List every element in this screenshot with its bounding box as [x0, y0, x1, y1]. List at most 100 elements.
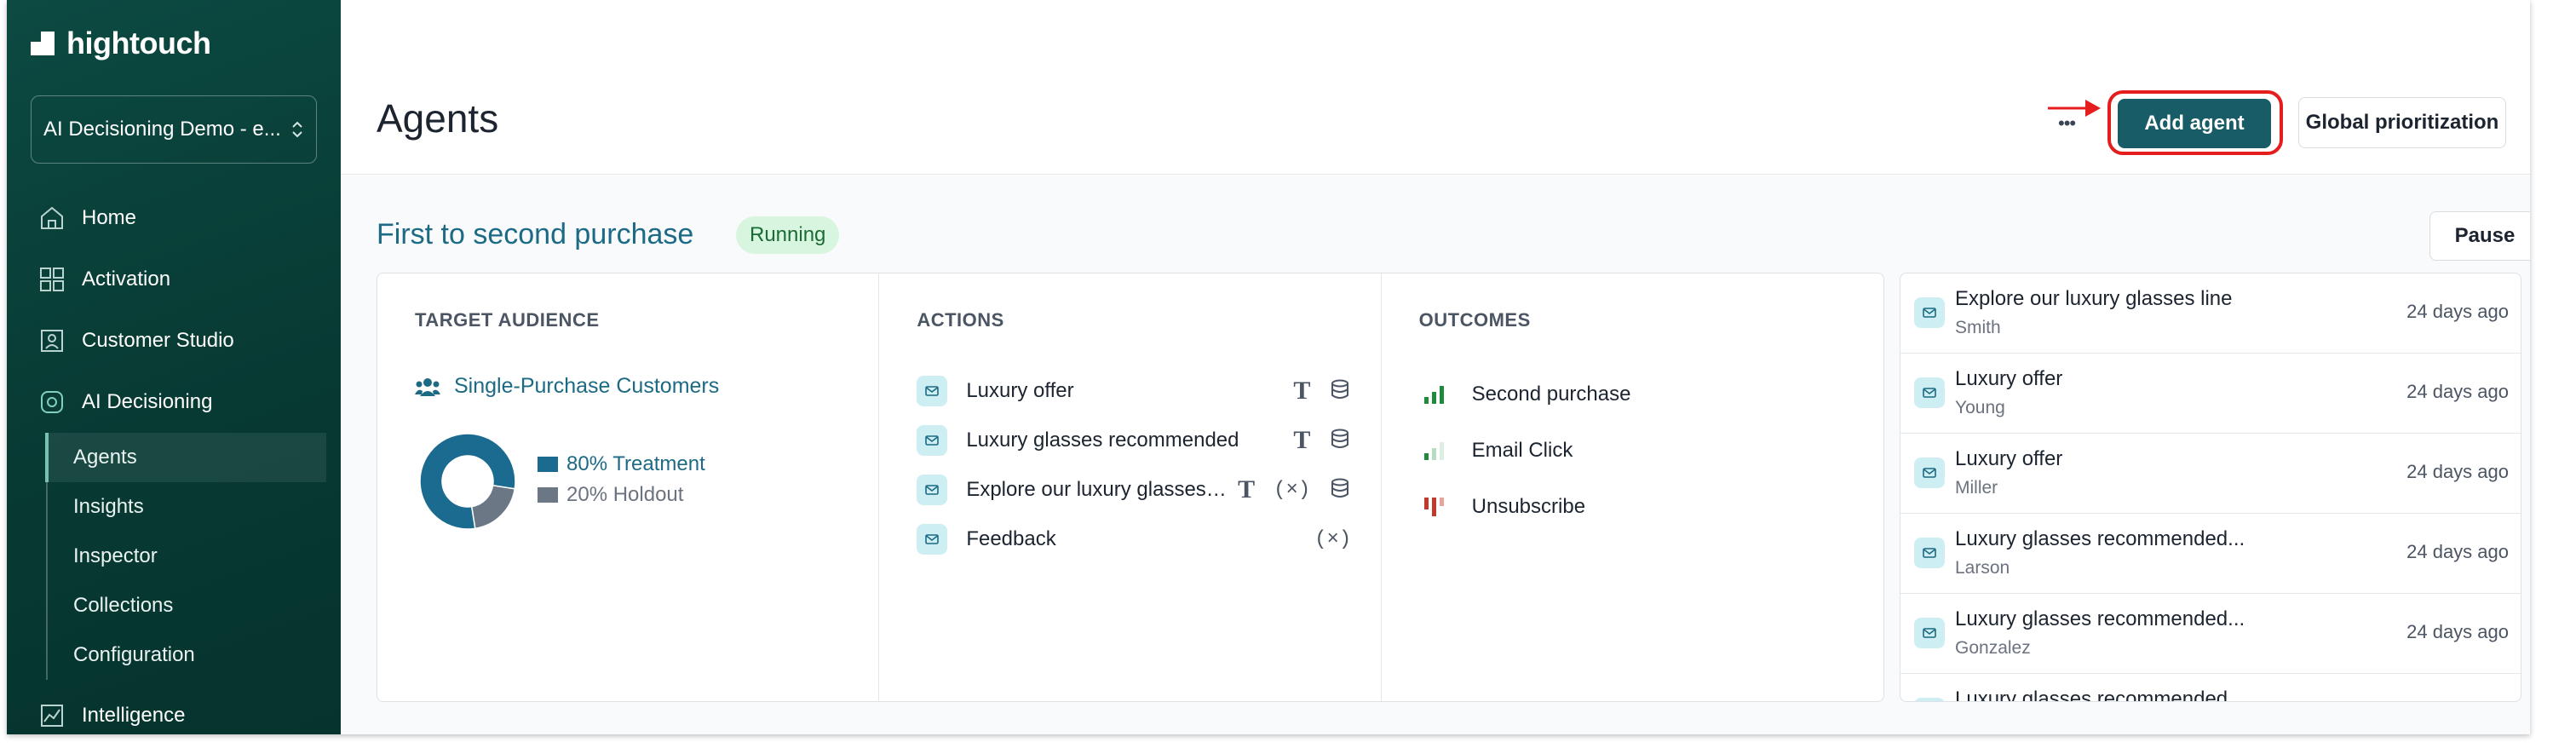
column-heading: TARGET AUDIENCE: [415, 309, 600, 331]
audience-split-donut: [419, 433, 516, 530]
workspace-label: AI Decisioning Demo - e...: [43, 118, 281, 141]
feed-row[interactable]: Luxury offer Young 24 days ago: [1900, 354, 2521, 434]
subnav-item-collections[interactable]: Collections: [48, 581, 337, 630]
action-row[interactable]: Luxury glasses recommended T: [917, 423, 1351, 457]
workspace-selector[interactable]: AI Decisioning Demo - e...: [31, 95, 317, 164]
feed-time: 24 days ago: [2406, 621, 2509, 642]
email-icon: [1914, 457, 1945, 488]
nav-item-label: Activation: [82, 268, 171, 291]
database-icon: [1329, 428, 1351, 454]
hightouch-logo-icon: [31, 32, 55, 55]
feed-title: Explore our luxury glasses line: [1955, 287, 2233, 310]
feed-time: 24 days ago: [2406, 541, 2509, 562]
status-badge: Running: [736, 216, 840, 254]
variable-icon: (×): [1314, 527, 1352, 551]
nav-item-customer-studio[interactable]: Customer Studio: [31, 310, 337, 371]
signal-negative-icon: [1423, 498, 1444, 516]
activation-icon: [40, 268, 64, 291]
feed-user: Gonzalez: [1955, 638, 2031, 658]
email-icon: [1914, 698, 1945, 701]
text-icon: T: [1293, 377, 1311, 405]
database-icon: [1329, 477, 1351, 503]
nav-item-label: AI Decisioning: [82, 390, 213, 413]
feed-title: Luxury offer: [1955, 367, 2063, 390]
feed-row[interactable]: Luxury glasses recommended...: [1900, 674, 2521, 701]
feed-title: Luxury glasses recommended...: [1955, 607, 2245, 630]
subnav-item-configuration[interactable]: Configuration: [48, 630, 337, 680]
action-label: Luxury glasses recommended: [966, 429, 1239, 452]
sidebar: hightouch AI Decisioning Demo - e... Hom…: [7, 0, 341, 734]
nav-item-label: Home: [82, 206, 137, 229]
subnav-item-agents[interactable]: Agents: [45, 433, 326, 482]
target-audience-column: TARGET AUDIENCE Single-Purchase Customer…: [377, 273, 880, 701]
users-icon: [415, 377, 440, 396]
legend-swatch: [538, 457, 558, 472]
email-icon: [1914, 618, 1945, 648]
nav-item-activation[interactable]: Activation: [31, 249, 337, 310]
feed-row[interactable]: Luxury offer Miller 24 days ago: [1900, 434, 2521, 514]
agent-summary-card: TARGET AUDIENCE Single-Purchase Customer…: [377, 273, 1884, 702]
email-icon: [917, 425, 948, 456]
signal-weak-icon: [1423, 442, 1444, 460]
action-row[interactable]: Explore our luxury glasses line T (×): [917, 473, 1351, 507]
brand-logo[interactable]: hightouch: [31, 26, 211, 61]
action-label: Luxury offer: [966, 379, 1074, 402]
agent-name-link[interactable]: First to second purchase: [377, 218, 693, 251]
feed-time: 24 days ago: [2406, 461, 2509, 482]
legend-label: 20% Holdout: [566, 483, 684, 506]
column-heading: ACTIONS: [917, 309, 1004, 331]
app-window: hightouch AI Decisioning Demo - e... Hom…: [7, 0, 2530, 734]
page-title: Agents: [377, 96, 499, 141]
legend-holdout: 20% Holdout: [538, 480, 705, 510]
outcome-label: Second purchase: [1471, 383, 1631, 406]
feed-title: Luxury offer: [1955, 447, 2063, 470]
nav-item-intelligence[interactable]: Intelligence: [31, 685, 337, 734]
action-label: Feedback: [966, 527, 1056, 550]
feed-user: Larson: [1955, 558, 2010, 578]
more-options-button[interactable]: •••: [2058, 112, 2076, 135]
nav-item-ai-decisioning[interactable]: AI Decisioning: [31, 371, 337, 433]
feed-row[interactable]: Explore our luxury glasses line Smith 24 d…: [1900, 273, 2521, 354]
chevron-up-down-icon: [292, 121, 302, 138]
actions-column: ACTIONS Luxury offer T Luxury glasses re…: [879, 273, 1382, 701]
subnav-item-insights[interactable]: Insights: [48, 482, 337, 532]
action-row[interactable]: Luxury offer T: [917, 374, 1351, 408]
outcome-row[interactable]: Second purchase: [1423, 377, 1631, 411]
ai-decisioning-subnav: Agents Insights Inspector Collections Co…: [45, 433, 337, 680]
signal-strong-icon: [1423, 386, 1444, 404]
activity-feed: Explore our luxury glasses line Smith 24 d…: [1900, 273, 2521, 702]
email-icon: [917, 524, 948, 555]
audience-link[interactable]: Single-Purchase Customers: [415, 374, 719, 399]
feed-time: 24 days ago: [2406, 381, 2509, 402]
feed-user: Young: [1955, 398, 2005, 417]
action-row[interactable]: Feedback (×): [917, 522, 1351, 556]
outcomes-column: OUTCOMES Second purchase Email Click Uns…: [1382, 273, 1883, 701]
feed-user: Smith: [1955, 318, 2001, 337]
ai-decisioning-icon: [41, 391, 63, 413]
outcome-row[interactable]: Email Click: [1423, 434, 1573, 468]
feed-row[interactable]: Luxury glasses recommended... Larson 24 da…: [1900, 514, 2521, 594]
main-content: Agents ••• Add agent Global prioritizati…: [341, 0, 2530, 734]
feed-title: Luxury glasses recommended...: [1955, 527, 2245, 550]
email-icon: [1914, 297, 1945, 328]
home-icon: [41, 206, 63, 229]
feed-row[interactable]: Luxury glasses recommended... Gonzalez 24 …: [1900, 594, 2521, 674]
main-nav: Home Activation Customer Studio AI Decis…: [31, 187, 337, 734]
legend-swatch: [538, 487, 558, 503]
customer-studio-icon: [41, 330, 63, 352]
pause-button[interactable]: Pause: [2429, 211, 2530, 261]
audience-split-legend: 80% Treatment 20% Holdout: [538, 449, 705, 510]
action-label: Explore our luxury glasses line: [966, 478, 1228, 501]
legend-label: 80% Treatment: [566, 452, 705, 475]
column-heading: OUTCOMES: [1418, 309, 1531, 331]
nav-item-label: Intelligence: [82, 704, 186, 727]
feed-time: 24 days ago: [2406, 301, 2509, 322]
global-prioritization-button[interactable]: Global prioritization: [2298, 97, 2506, 148]
text-icon: T: [1238, 475, 1256, 503]
audience-name: Single-Purchase Customers: [454, 374, 720, 398]
subnav-item-inspector[interactable]: Inspector: [48, 532, 337, 581]
outcome-row[interactable]: Unsubscribe: [1423, 490, 1585, 524]
add-agent-button[interactable]: Add agent: [2118, 99, 2271, 148]
feed-user: Miller: [1955, 478, 1998, 498]
nav-item-home[interactable]: Home: [31, 187, 337, 249]
